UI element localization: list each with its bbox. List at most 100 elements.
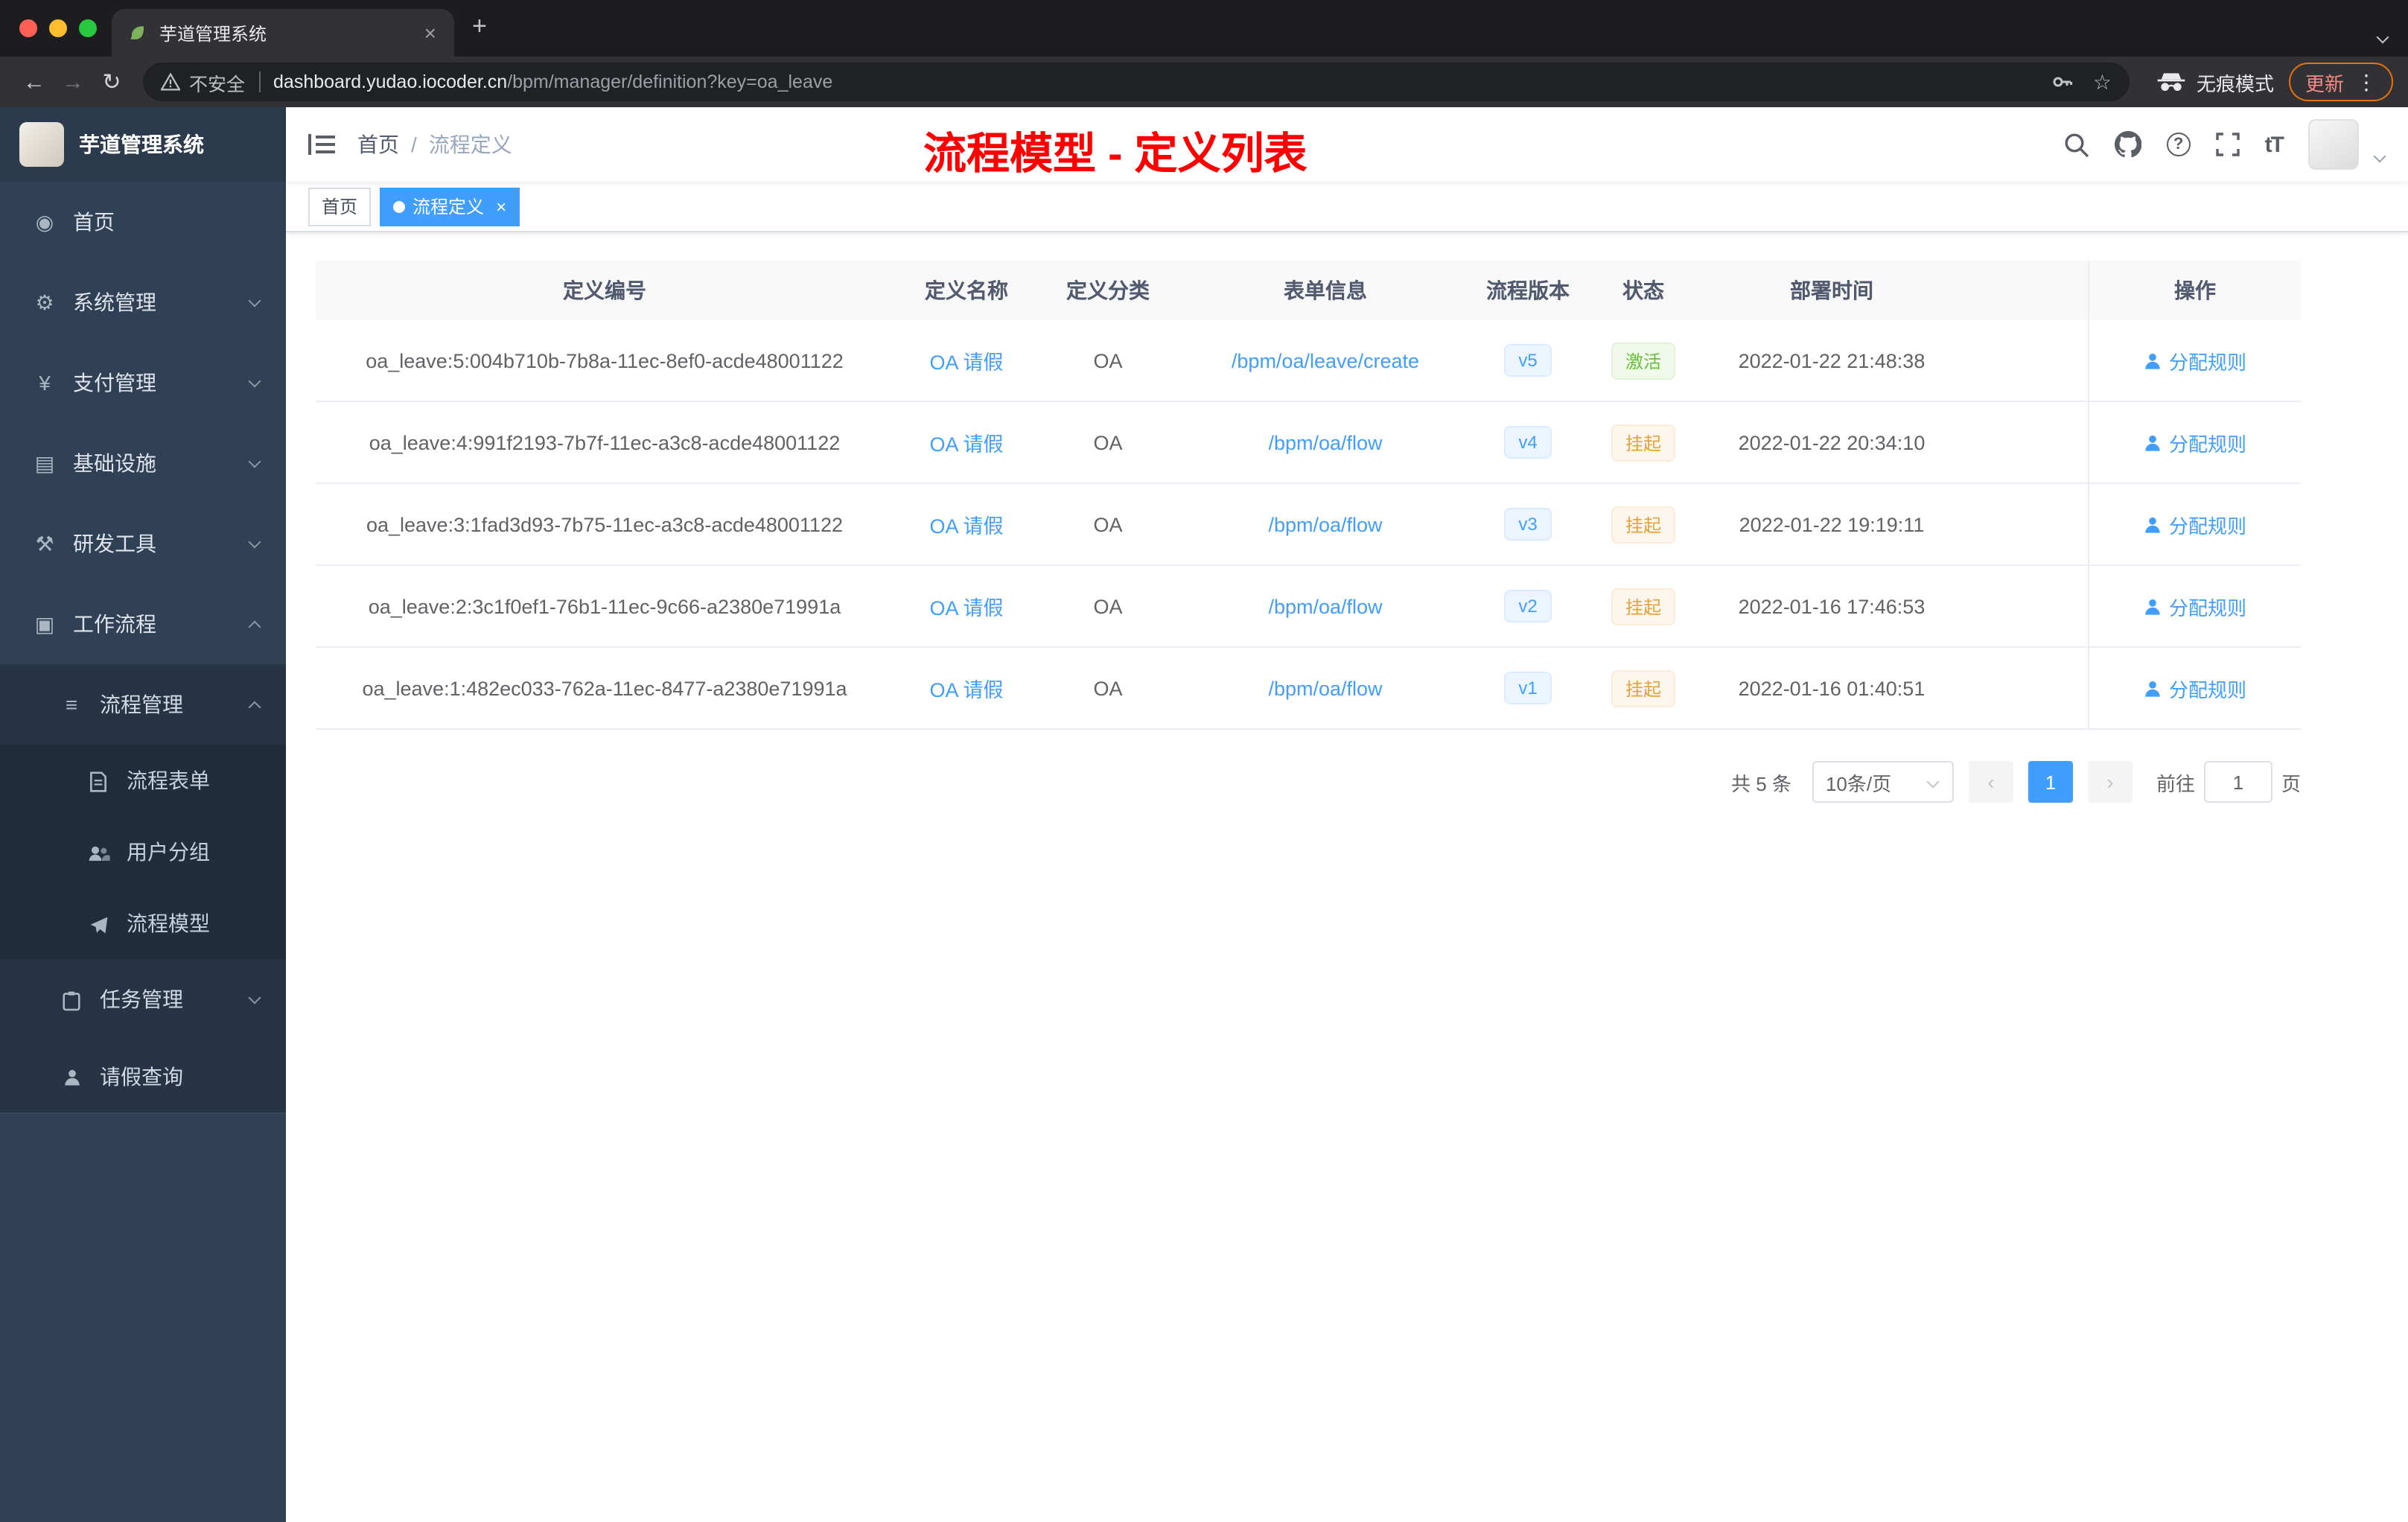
url-divider (258, 71, 261, 92)
sidebar-item-user-group[interactable]: 用户分组 (0, 816, 286, 888)
update-chrome-button[interactable]: 更新 ⋮ (2288, 63, 2393, 101)
cell-action: 分配规则 (2088, 484, 2301, 564)
sidebar-item-infrastructure[interactable]: ▤ 基础设施 (0, 423, 286, 503)
assign-rule-label: 分配规则 (2168, 678, 2246, 701)
sidebar-item-home[interactable]: ◉ 首页 (0, 182, 286, 262)
browser-tab[interactable]: 芋道管理系统 × (112, 9, 454, 57)
process-model-icon (86, 911, 110, 935)
table-header-row: 定义编号 定义名称 定义分类 表单信息 流程版本 状态 部署时间 操作 (316, 261, 2301, 320)
assign-rule-button[interactable]: 分配规则 (2144, 510, 2246, 538)
page-number-button[interactable]: 1 (2028, 761, 2073, 803)
user-icon (2146, 434, 2161, 450)
minimize-window-button[interactable] (49, 19, 67, 37)
sidebar-collapse-button[interactable] (286, 133, 357, 156)
address-bar[interactable]: 不安全 dashboard.yudao.iocoder.cn /bpm/mana… (143, 63, 2130, 101)
sidebar-item-label: 首页 (73, 210, 115, 234)
window-controls (19, 19, 97, 37)
hamburger-icon (308, 134, 335, 155)
page-size-select[interactable]: 10条/页 (1812, 761, 1954, 803)
tag-label: 流程定义 (413, 197, 485, 217)
reload-button[interactable]: ↻ (92, 69, 131, 95)
browser-menu-icon[interactable]: ⋮ (2356, 69, 2377, 95)
back-button[interactable]: ← (15, 69, 54, 95)
assign-rule-label: 分配规则 (2168, 433, 2246, 455)
screen: 芋道管理系统 × + ← → ↻ 不安全 dashboard.yudao.ioc… (0, 0, 2408, 1522)
page-size-value: 10条/页 (1825, 772, 1892, 795)
assign-rule-label: 分配规则 (2168, 515, 2246, 537)
definition-name-link[interactable]: OA 请假 (894, 673, 1039, 703)
user-icon (2146, 598, 2161, 614)
form-info-link[interactable]: /bpm/oa/leave/create (1176, 349, 1474, 372)
new-tab-button[interactable]: + (472, 12, 487, 42)
sidebar-item-devtools[interactable]: ⚒ 研发工具 (0, 503, 286, 584)
assign-rule-label: 分配规则 (2168, 351, 2246, 373)
cell-version: v1 (1474, 672, 1582, 704)
tag-process-definition[interactable]: 流程定义 × (380, 187, 520, 226)
definition-name-link[interactable]: OA 请假 (894, 346, 1039, 375)
sidebar-menu: ◉ 首页 ⚙ 系统管理 ¥ 支付管理 ▤ 基础设施 ⚒ 研发工具 ▣ 工作流程 … (0, 182, 286, 1114)
assign-rule-button[interactable]: 分配规则 (2144, 592, 2246, 620)
sidebar-item-system[interactable]: ⚙ 系统管理 (0, 262, 286, 343)
prev-page-button[interactable]: ‹ (1968, 761, 2013, 803)
site-security[interactable]: 不安全 (161, 68, 245, 96)
avatar-caret-icon[interactable] (2373, 141, 2386, 168)
close-window-button[interactable] (19, 19, 37, 37)
assign-rule-button[interactable]: 分配规则 (2144, 346, 2246, 375)
tag-home[interactable]: 首页 (308, 187, 372, 226)
user-avatar[interactable] (2308, 119, 2359, 170)
status-badge: 挂起 (1611, 669, 1675, 707)
app-header: 首页 / 流程定义 流程模型 - 定义列表 ? tT (286, 107, 2408, 182)
assign-rule-button[interactable]: 分配规则 (2144, 674, 2246, 702)
active-dot (393, 200, 406, 212)
sidebar-item-process-form[interactable]: 流程表单 (0, 745, 286, 816)
main-area: 首页 / 流程定义 流程模型 - 定义列表 ? tT 首页 流程定义 × 定义编… (286, 107, 2408, 1522)
goto-suffix-label: 页 (2281, 772, 2301, 795)
sidebar-item-workflow[interactable]: ▣ 工作流程 (0, 584, 286, 664)
form-info-link[interactable]: /bpm/oa/flow (1176, 677, 1474, 699)
tag-close-icon[interactable]: × (496, 196, 506, 217)
sidebar-item-label: 流程模型 (127, 911, 210, 935)
version-badge: v5 (1503, 344, 1552, 377)
person-icon (60, 1064, 83, 1088)
font-size-icon[interactable]: tT (2265, 132, 2284, 157)
bookmark-star-icon[interactable]: ☆ (2093, 69, 2112, 95)
cell-category: OA (1093, 595, 1123, 617)
zoom-window-button[interactable] (79, 19, 97, 37)
sidebar-item-process-model[interactable]: 流程模型 (0, 888, 286, 959)
definition-name-link[interactable]: OA 请假 (894, 427, 1039, 457)
forward-button[interactable]: → (54, 69, 92, 95)
form-info-link[interactable]: /bpm/oa/flow (1176, 513, 1474, 535)
user-group-icon (86, 840, 110, 864)
assign-rule-label: 分配规则 (2168, 596, 2246, 619)
definition-name-link[interactable]: OA 请假 (894, 591, 1039, 621)
goto-page-input[interactable] (2203, 761, 2272, 803)
help-icon[interactable]: ? (2166, 133, 2191, 156)
key-icon[interactable] (2051, 70, 2075, 94)
github-icon[interactable] (2114, 131, 2141, 158)
cell-status: 挂起 (1582, 506, 1705, 543)
infrastructure-icon: ▤ (34, 450, 55, 474)
version-badge: v1 (1503, 672, 1552, 704)
form-info-link[interactable]: /bpm/oa/flow (1176, 595, 1474, 617)
cell-deploy-time: 2022-01-22 20:34:10 (1738, 431, 1926, 453)
tab-search-caret-icon[interactable] (2376, 22, 2389, 49)
sidebar-item-task-management[interactable]: 任务管理 (0, 959, 286, 1039)
tab-close-icon[interactable]: × (421, 21, 439, 45)
table-row: oa_leave:3:1fad3d93-7b75-11ec-a3c8-acde4… (316, 484, 2301, 566)
sidebar-item-leave-query[interactable]: 请假查询 (0, 1039, 286, 1114)
sidebar-item-process-management[interactable]: ≡ 流程管理 (0, 664, 286, 745)
tab-favicon-icon (130, 26, 144, 39)
fullscreen-icon[interactable] (2215, 133, 2240, 156)
page-content: 定义编号 定义名称 定义分类 表单信息 流程版本 状态 部署时间 操作 oa_l… (286, 232, 2408, 1522)
sidebar-item-payment[interactable]: ¥ 支付管理 (0, 343, 286, 423)
breadcrumb-home[interactable]: 首页 (357, 130, 399, 159)
user-icon (2146, 516, 2161, 532)
sidebar-item-label: 支付管理 (73, 371, 156, 395)
assign-rule-button[interactable]: 分配规则 (2144, 428, 2246, 456)
form-info-link[interactable]: /bpm/oa/flow (1176, 431, 1474, 453)
search-icon[interactable] (2064, 132, 2089, 157)
next-page-button[interactable]: › (2087, 761, 2133, 803)
definition-name-link[interactable]: OA 请假 (894, 509, 1039, 539)
cell-deploy-time: 2022-01-16 01:40:51 (1738, 677, 1926, 699)
sidebar-item-label: 工作流程 (73, 612, 156, 636)
